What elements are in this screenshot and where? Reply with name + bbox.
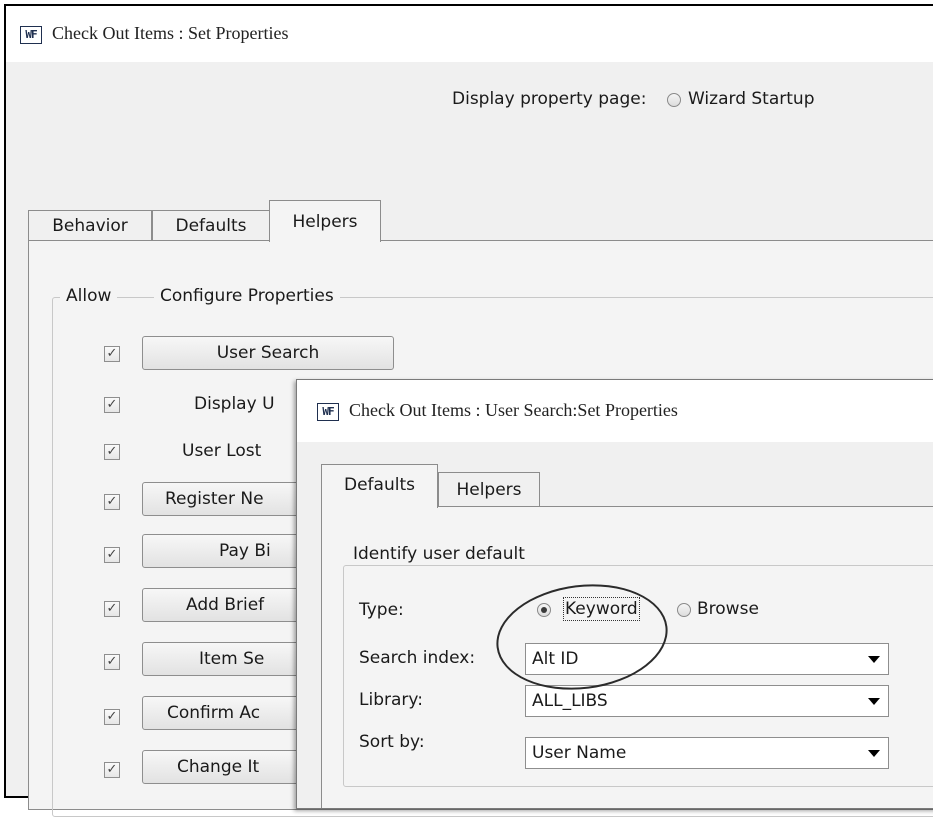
dialog-tab-helpers[interactable]: Helpers bbox=[438, 472, 540, 507]
sort-by-dropdown-icon[interactable] bbox=[868, 750, 880, 757]
library-value: ALL_LIBS bbox=[532, 691, 608, 711]
user-search-button[interactable]: User Search bbox=[142, 336, 394, 370]
display-user-label: Display U bbox=[194, 394, 275, 414]
display-property-page-label: Display property page: bbox=[452, 89, 647, 109]
wf-app-icon: WF bbox=[20, 26, 42, 44]
tab-behavior-label: Behavior bbox=[52, 216, 128, 236]
dialog-wf-icon: WF bbox=[317, 403, 339, 421]
library-label: Library: bbox=[359, 690, 423, 710]
library-dropdown-icon[interactable] bbox=[868, 698, 880, 705]
wizard-startup-radio[interactable] bbox=[667, 93, 681, 107]
allow-checkbox-change-item[interactable]: ✓ bbox=[104, 762, 120, 778]
allow-checkbox-user-lost[interactable]: ✓ bbox=[104, 444, 120, 460]
window-title: Check Out Items : Set Properties bbox=[52, 23, 289, 43]
browse-radio-label[interactable]: Browse bbox=[697, 599, 759, 619]
search-index-select[interactable]: Alt ID bbox=[525, 643, 889, 675]
sort-by-value: User Name bbox=[532, 743, 627, 763]
dialog-title: Check Out Items : User Search:Set Proper… bbox=[349, 400, 678, 420]
dialog-tab-helpers-label: Helpers bbox=[456, 480, 522, 500]
allow-checkbox-pay-bills[interactable]: ✓ bbox=[104, 547, 120, 563]
identify-user-default-title: Identify user default bbox=[347, 544, 531, 564]
tab-helpers-label: Helpers bbox=[292, 212, 358, 232]
allow-checkbox-register-new[interactable]: ✓ bbox=[104, 494, 120, 510]
user-search-properties-dialog: WF Check Out Items : User Search:Set Pro… bbox=[296, 379, 933, 809]
tab-defaults-label: Defaults bbox=[175, 216, 247, 236]
allow-checkbox-item-search[interactable]: ✓ bbox=[104, 654, 120, 670]
dialog-title-bar: WF Check Out Items : User Search:Set Pro… bbox=[297, 380, 933, 442]
tab-behavior[interactable]: Behavior bbox=[28, 210, 152, 241]
dialog-tab-defaults[interactable]: Defaults bbox=[321, 464, 438, 508]
allow-header: Allow bbox=[60, 286, 118, 306]
browse-radio[interactable] bbox=[677, 603, 691, 617]
allow-checkbox-add-brief[interactable]: ✓ bbox=[104, 601, 120, 617]
keyword-radio-label[interactable]: Keyword bbox=[563, 597, 640, 621]
dialog-tab-defaults-label: Defaults bbox=[344, 475, 415, 495]
search-index-value: Alt ID bbox=[532, 649, 579, 669]
tab-defaults[interactable]: Defaults bbox=[152, 210, 270, 241]
type-label: Type: bbox=[359, 600, 404, 620]
keyword-radio[interactable] bbox=[537, 603, 551, 617]
allow-checkbox-display-user[interactable]: ✓ bbox=[104, 397, 120, 413]
wizard-startup-label[interactable]: Wizard Startup bbox=[688, 89, 814, 109]
library-select[interactable]: ALL_LIBS bbox=[525, 685, 889, 717]
sort-by-label: Sort by: bbox=[359, 732, 425, 752]
sort-by-select[interactable]: User Name bbox=[525, 737, 889, 769]
tab-helpers[interactable]: Helpers bbox=[269, 200, 381, 242]
allow-checkbox-confirm-action[interactable]: ✓ bbox=[104, 709, 120, 725]
search-index-label: Search index: bbox=[359, 648, 476, 668]
search-index-dropdown-icon[interactable] bbox=[868, 656, 880, 663]
title-bar: WF Check Out Items : Set Properties bbox=[6, 6, 933, 62]
configure-properties-header: Configure Properties bbox=[154, 286, 340, 306]
user-lost-label: User Lost bbox=[182, 441, 262, 461]
allow-checkbox-user-search[interactable]: ✓ bbox=[104, 346, 120, 362]
